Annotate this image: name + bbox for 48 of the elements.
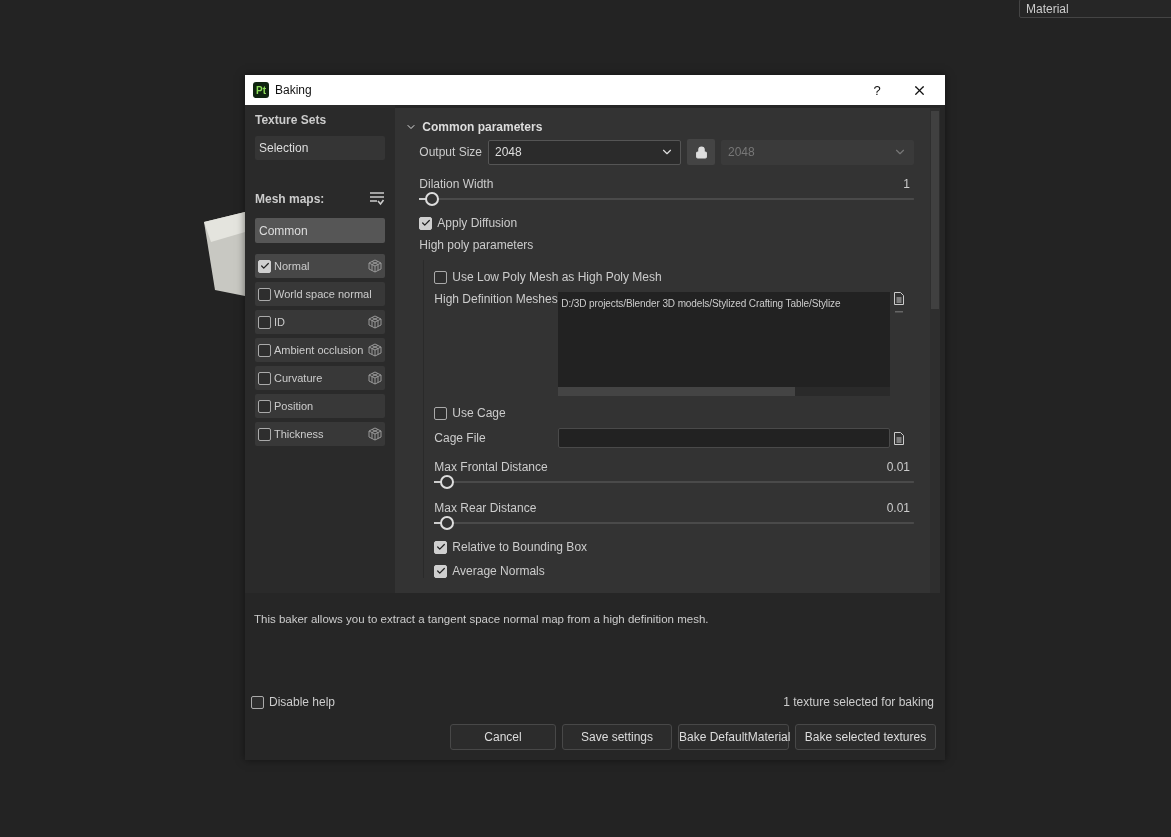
checkbox-label: Use Low Poly Mesh as High Poly Mesh: [452, 270, 662, 284]
group-label: High poly parameters: [419, 238, 535, 252]
mesh-list[interactable]: D:/3D projects/Blender 3D models/Stylized Crafting Table/Stylize: [558, 292, 891, 396]
dialog-button[interactable]: Bake selected textures: [795, 724, 936, 750]
mesh-map-group[interactable]: Common: [255, 218, 386, 243]
slider-label: Max Rear Distance: [434, 501, 537, 515]
checkbox-label: Disable help: [269, 695, 336, 709]
mesh-map-label: Ambient occlusion: [274, 344, 365, 356]
size-dropdown[interactable]: 2048: [488, 139, 681, 165]
field-label: Output Size: [419, 145, 482, 159]
checkbox-label: Apply Diffusion: [437, 216, 518, 230]
mesh-map-item[interactable]: Curvature: [255, 366, 386, 390]
window-title: Baking: [275, 83, 313, 97]
slider-value: 0.01: [886, 501, 910, 515]
help-text: This baker allows you to extract a tangent space normal map from a high definition mesh.: [254, 613, 710, 625]
slider-value: 0.01: [886, 460, 910, 474]
checkbox-label: Use Cage: [452, 406, 506, 420]
mesh-map-label: Normal: [274, 260, 311, 272]
texture-set-item[interactable]: Selection: [255, 136, 386, 160]
mesh-map-item[interactable]: World space normal: [255, 282, 386, 306]
dialog-button[interactable]: Bake DefaultMaterial: [678, 724, 789, 750]
mesh-map-label: Position: [274, 400, 315, 412]
mesh-map-item[interactable]: Normal: [255, 254, 386, 278]
status-text: 1 texture selected for baking: [783, 695, 934, 709]
mesh-map-item[interactable]: ID: [255, 310, 386, 334]
help-button[interactable]: ?: [859, 77, 895, 103]
field-label: Cage File: [434, 431, 487, 445]
material-dropdown[interactable]: Material: [1019, 0, 1171, 18]
checkbox-label: Average Normals: [452, 564, 545, 578]
mesh-map-label: World space normal: [274, 288, 373, 300]
mesh-map-label: Thickness: [274, 428, 325, 440]
section-title: Mesh maps:: [255, 192, 325, 206]
section-header[interactable]: Common parameters: [405, 120, 914, 134]
mesh-map-item[interactable]: Thickness: [255, 422, 386, 446]
dialog-button[interactable]: Save settings: [562, 724, 672, 750]
dialog-button[interactable]: Cancel: [450, 724, 556, 750]
slider-label: Max Frontal Distance: [434, 460, 548, 474]
slider-label: Dilation Width: [419, 177, 494, 191]
mesh-map-label: Curvature: [274, 372, 324, 384]
mesh-map-item[interactable]: Ambient occlusion: [255, 338, 386, 362]
section-title: Texture Sets: [255, 113, 328, 127]
mesh-map-item[interactable]: Position: [255, 394, 386, 418]
slider-value: 1: [903, 177, 910, 191]
file-path: D:/3D projects/Blender 3D models/Stylized Crafting Table/Stylize: [561, 298, 841, 309]
mesh-map-label: ID: [274, 316, 286, 328]
checkbox-label: Relative to Bounding Box: [452, 540, 588, 554]
field-label: High Definition Meshes: [434, 292, 559, 308]
app-badge: Pt: [253, 82, 269, 98]
